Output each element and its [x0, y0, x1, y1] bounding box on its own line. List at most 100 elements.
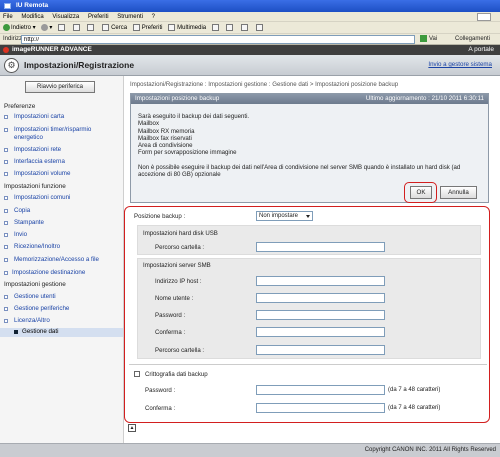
info-line: Mailbox — [138, 120, 159, 128]
ip-host-input[interactable] — [256, 276, 385, 286]
enc-confirm-label: Conferma : — [145, 405, 176, 412]
home-button[interactable] — [87, 22, 96, 34]
go-button[interactable]: Vai — [420, 34, 437, 45]
sidebar-item-receive[interactable]: Ricezione/Inoltro — [4, 243, 60, 251]
usb-folder-label: Percorso cartella : — [155, 244, 205, 251]
sidebar-item-store-access[interactable]: Memorizzazione/Accesso a file — [4, 256, 99, 264]
smb-password-label: Password : — [155, 312, 186, 319]
bullet-icon — [4, 245, 8, 249]
portal-link[interactable]: A portale — [468, 45, 494, 55]
sidebar-item-paper[interactable]: Impostazioni carta — [4, 113, 64, 121]
forward-button[interactable]: ▾ — [41, 22, 52, 34]
cancel-button[interactable]: Annulla — [440, 186, 477, 199]
stop-button[interactable] — [58, 22, 67, 34]
info-line: Area di condivisione — [138, 142, 193, 150]
address-bar: Indirizzo Vai Collegamenti — [0, 34, 500, 45]
sidebar-item-send[interactable]: Invio — [4, 231, 27, 239]
enc-password-input[interactable] — [256, 385, 385, 395]
mail-button[interactable] — [226, 22, 235, 34]
sidebar-item-copy[interactable]: Copia — [4, 207, 30, 215]
sidebar-item-network[interactable]: Impostazioni rete — [4, 146, 61, 154]
edit-icon — [255, 23, 263, 31]
window-titlebar: IU Remota — [0, 0, 500, 12]
sidebar-item-users[interactable]: Gestione utenti — [4, 293, 56, 301]
section-divider — [129, 364, 487, 365]
menu-favorites[interactable]: Preferiti — [88, 14, 109, 20]
username-input[interactable] — [256, 293, 385, 303]
canon-logo-icon — [3, 47, 9, 53]
bullet-icon — [4, 160, 8, 164]
backup-position-label: Posizione backup : — [134, 213, 186, 220]
brand-bar: imageRUNNER ADVANCE A portale — [0, 45, 500, 55]
sidebar-item-devices[interactable]: Gestione periferiche — [4, 305, 69, 313]
search-button[interactable]: Cerca — [102, 22, 127, 34]
bullet-icon — [4, 221, 8, 225]
print-button[interactable] — [241, 22, 250, 34]
smb-folder-label: Percorso cartella : — [155, 347, 205, 354]
links-button[interactable]: Collegamenti — [455, 34, 490, 45]
sidebar-item-printer[interactable]: Stampante — [4, 219, 44, 227]
bullet-icon — [14, 330, 18, 334]
backup-position-select[interactable]: Non impostare — [256, 211, 313, 221]
restart-device-button[interactable]: Riavvio periferica — [25, 81, 95, 93]
mail-icon — [226, 23, 234, 31]
smb-confirm-label: Conferma : — [155, 329, 186, 336]
username-label: Nome utente : — [155, 295, 194, 302]
system-manager-link[interactable]: Invio a gestore sistema — [428, 61, 492, 68]
top-of-page-icon[interactable]: ▲ — [128, 424, 136, 432]
section-management: Impostazioni gestione — [4, 281, 66, 288]
section-function-settings: Impostazioni funzione — [4, 183, 66, 190]
bullet-icon — [4, 233, 8, 237]
panel-header: Impostazioni posizione backup Ultimo agg… — [131, 94, 488, 104]
sidebar-item-common[interactable]: Impostazioni comuni — [4, 194, 70, 202]
usb-settings-title: Impostazioni hard disk USB — [143, 230, 218, 237]
backup-info-panel: Impostazioni posizione backup Ultimo agg… — [130, 93, 489, 203]
menu-file[interactable]: File — [3, 14, 13, 20]
ok-button[interactable]: OK — [410, 186, 432, 199]
address-input[interactable] — [21, 35, 415, 44]
page-header: ⚙ Impostazioni/Registrazione Invio a ges… — [0, 55, 500, 76]
brand-name: imageRUNNER ADVANCE — [12, 46, 92, 53]
search-icon — [102, 23, 110, 31]
forward-arrow-icon — [41, 23, 49, 31]
sidebar-item-data-management[interactable]: Gestione dati — [0, 328, 123, 337]
menubar: File Modifica Visualizza Preferiti Strum… — [0, 12, 500, 22]
browser-toolbar: Indietro ▾ ▾ Cerca Preferiti Multimedia — [0, 22, 500, 34]
section-preferences: Preferenze — [4, 103, 36, 110]
usb-folder-input[interactable] — [256, 242, 385, 252]
bullet-icon — [4, 307, 8, 311]
menu-edit[interactable]: Modifica — [21, 14, 43, 20]
last-updated: Ultimo aggiornamento : 21/10 2011 6:30:1… — [365, 95, 484, 102]
note-line: Non è possibile eseguire il backup dei d… — [138, 163, 461, 171]
edit-button[interactable] — [255, 22, 265, 34]
back-button[interactable]: Indietro ▾ — [3, 22, 36, 34]
bullet-icon — [4, 172, 8, 176]
favorites-button[interactable]: Preferiti — [132, 22, 162, 34]
menu-help[interactable]: ? — [152, 14, 155, 20]
bullet-icon — [4, 196, 8, 200]
smb-folder-input[interactable] — [256, 345, 385, 355]
smb-confirm-input[interactable] — [256, 327, 385, 337]
footer: Copyright CANON INC. 2011 All Rights Res… — [0, 443, 500, 457]
sidebar-item-destination[interactable]: Impostazione destinazione — [4, 269, 85, 277]
history-button[interactable] — [211, 22, 221, 34]
sidebar-item-timer[interactable]: Impostazioni timer/risparmio energetico — [4, 126, 91, 142]
smb-password-input[interactable] — [256, 310, 385, 320]
menu-tools[interactable]: Strumenti — [117, 14, 143, 20]
page-title: Impostazioni/Registrazione — [24, 60, 135, 70]
bullet-icon — [4, 128, 8, 132]
breadcrumb: Impostazioni/Registrazione : Impostazion… — [130, 81, 399, 88]
multimedia-button[interactable]: Multimedia — [168, 22, 206, 34]
encrypt-checkbox[interactable] — [134, 371, 140, 377]
menu-view[interactable]: Visualizza — [52, 14, 79, 20]
sidebar-item-license[interactable]: Licenza/Altro — [4, 317, 50, 325]
sidebar-item-volume[interactable]: Impostazioni volume — [4, 170, 70, 178]
print-icon — [241, 23, 249, 31]
sidebar-item-external-interface[interactable]: Interfaccia esterna — [4, 158, 65, 166]
home-icon — [87, 23, 95, 31]
media-icon — [168, 23, 176, 31]
enc-confirm-input[interactable] — [256, 403, 385, 413]
bullet-icon — [4, 295, 8, 299]
refresh-button[interactable] — [72, 22, 82, 34]
encrypt-label: Crittografia dati backup — [145, 371, 208, 378]
